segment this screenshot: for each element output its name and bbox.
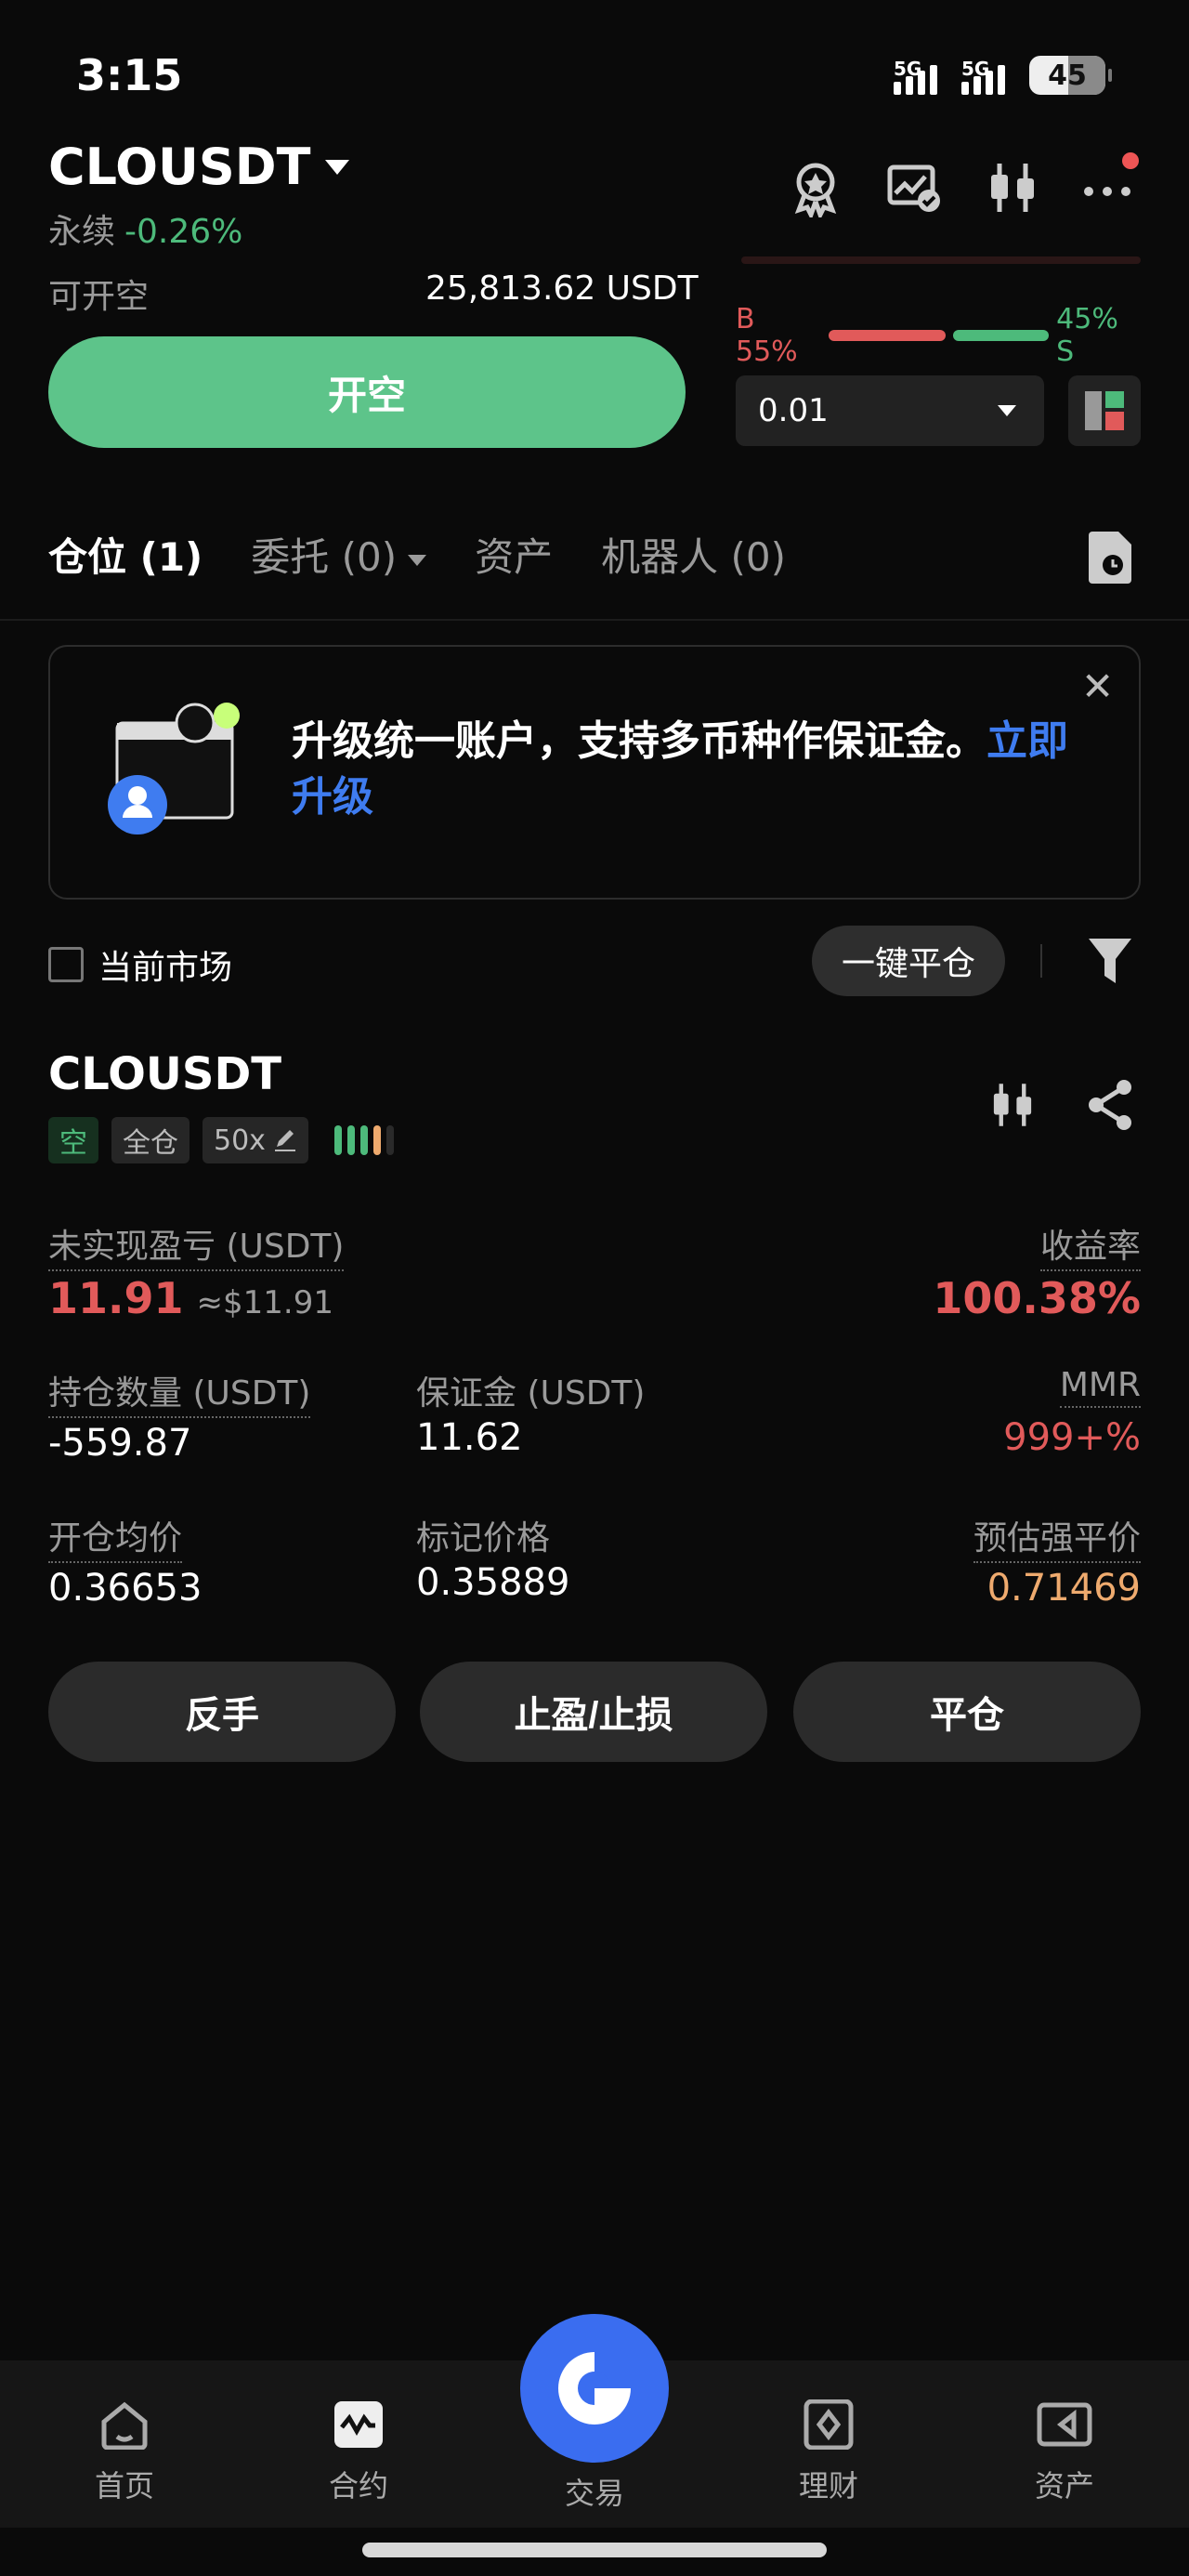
position-tags: 空 全仓 50x xyxy=(48,1117,394,1163)
current-market-filter[interactable]: 当前市场 xyxy=(48,940,232,989)
account-illustration-icon xyxy=(100,699,249,842)
current-market-checkbox[interactable] xyxy=(48,947,84,982)
nav-assets-label: 资产 xyxy=(1034,2468,1094,2504)
cellular-signal-icon: 5G xyxy=(961,58,1005,95)
banner-message: 升级统一账户，支持多币种作保证金。 xyxy=(292,717,986,765)
home-indicator[interactable] xyxy=(362,2543,827,2557)
margin-mode-badge: 全仓 xyxy=(111,1117,189,1163)
risk-level-indicator xyxy=(333,1125,394,1155)
mmr-value: 999+% xyxy=(1003,1416,1141,1459)
unrealized-pnl-usd: ≈$11.91 xyxy=(196,1284,333,1321)
contract-info: 永续 -0.26% xyxy=(48,204,242,253)
wallet-icon xyxy=(1037,2402,1092,2447)
quantity-select[interactable]: 0.01 xyxy=(736,375,1044,446)
unrealized-pnl: 11.91 ≈$11.91 xyxy=(48,1273,333,1323)
chart-settings-icon[interactable] xyxy=(884,158,944,217)
nav-futures[interactable]: 合约 xyxy=(294,2399,424,2505)
position-size-label[interactable]: 持仓数量 (USDT) xyxy=(48,1366,311,1418)
filter-icon[interactable] xyxy=(1087,935,1133,991)
divider xyxy=(741,256,1141,264)
reverse-button[interactable]: 反手 xyxy=(48,1662,396,1762)
mmr-label[interactable]: MMR xyxy=(1059,1366,1141,1408)
sell-ratio-label: 45% S xyxy=(1056,303,1118,368)
symbol-selector[interactable]: CLOUSDT xyxy=(48,138,350,196)
mark-price-label: 标记价格 xyxy=(416,1519,551,1557)
nav-assets[interactable]: 资产 xyxy=(1000,2399,1130,2505)
edit-icon xyxy=(274,1130,295,1151)
tab-orders-label: 委托 (0) xyxy=(251,534,398,580)
leverage-badge[interactable]: 50x xyxy=(203,1117,308,1163)
futures-icon xyxy=(334,2401,383,2448)
roe-label[interactable]: 收益率 xyxy=(1039,1219,1141,1271)
position-tabs: 仓位 (1) 委托 (0) 资产 机器人 (0) xyxy=(48,526,786,583)
nav-earn-label: 理财 xyxy=(798,2468,858,2504)
candlestick-icon[interactable] xyxy=(986,1078,1039,1136)
chevron-down-icon xyxy=(998,405,1016,416)
close-icon[interactable]: ✕ xyxy=(1081,667,1114,706)
current-market-label: 当前市场 xyxy=(98,949,233,987)
quantity-value: 0.01 xyxy=(758,392,829,429)
battery-icon: 45 xyxy=(1029,56,1112,95)
margin-label: 保证金 (USDT) xyxy=(416,1374,646,1413)
leverage-value: 50x xyxy=(214,1124,266,1157)
nav-futures-label: 合约 xyxy=(328,2468,388,2504)
notification-dot xyxy=(1122,152,1139,169)
margin-value: 11.62 xyxy=(416,1416,523,1459)
tab-assets[interactable]: 资产 xyxy=(475,526,553,583)
nav-home[interactable]: 首页 xyxy=(59,2399,189,2505)
candlestick-icon[interactable] xyxy=(983,158,1042,217)
nav-trade-label[interactable]: 交易 xyxy=(520,2470,669,2513)
network-type-label: 5G xyxy=(961,58,990,80)
tp-sl-button[interactable]: 止盈/止损 xyxy=(420,1662,767,1762)
earn-icon xyxy=(804,2399,854,2450)
buy-ratio-bar xyxy=(829,330,947,341)
upgrade-banner-text: 升级统一账户，支持多币种作保证金。立即升级 xyxy=(292,714,1091,825)
network-type-label: 5G xyxy=(894,58,922,80)
divider xyxy=(1040,944,1042,978)
tabs-divider xyxy=(0,619,1189,621)
entry-price-label[interactable]: 开仓均价 xyxy=(48,1511,183,1563)
position-symbol[interactable]: CLOUSDT xyxy=(48,1048,281,1100)
orderbook-layout-button[interactable] xyxy=(1068,375,1141,446)
roe-value: 100.38% xyxy=(933,1273,1141,1323)
nav-home-label: 首页 xyxy=(94,2468,154,2504)
price-change: -0.26% xyxy=(124,213,243,251)
cellular-signal-icon: 5G xyxy=(894,58,937,95)
available-label: 可开空 xyxy=(48,278,150,316)
layout-icon xyxy=(1085,391,1124,430)
more-icon[interactable] xyxy=(1079,152,1139,217)
close-position-button[interactable]: 平仓 xyxy=(793,1662,1141,1762)
tab-bots[interactable]: 机器人 (0) xyxy=(601,526,786,583)
status-icons: 5G 5G 45 xyxy=(894,56,1112,95)
entry-price-value: 0.36653 xyxy=(48,1567,203,1610)
mark-price-value: 0.35889 xyxy=(416,1561,570,1604)
chevron-down-icon xyxy=(325,159,350,175)
open-short-button[interactable]: 开空 xyxy=(48,336,686,448)
nav-trade-button[interactable] xyxy=(520,2314,669,2463)
buy-sell-ratio: B 55% 45% S xyxy=(736,303,1141,368)
close-all-button[interactable]: 一键平仓 xyxy=(812,926,1005,996)
trade-icon xyxy=(558,2352,631,2425)
unrealized-pnl-value: 11.91 xyxy=(48,1273,184,1323)
sell-ratio-bar xyxy=(953,330,1050,341)
unrealized-pnl-label[interactable]: 未实现盈亏 (USDT) xyxy=(48,1219,345,1271)
position-size-value: -559.87 xyxy=(48,1422,192,1465)
nav-earn[interactable]: 理财 xyxy=(764,2399,894,2505)
buy-ratio-label: B 55% xyxy=(736,303,798,368)
liquidation-price-label[interactable]: 预估强平价 xyxy=(973,1511,1141,1563)
chevron-down-icon xyxy=(408,554,427,566)
side-badge: 空 xyxy=(48,1117,98,1163)
tab-orders[interactable]: 委托 (0) xyxy=(251,526,427,583)
symbol-name: CLOUSDT xyxy=(48,138,311,196)
liquidation-price-value: 0.71469 xyxy=(986,1567,1141,1610)
home-icon xyxy=(101,2401,148,2450)
available-value: 25,813.62 USDT xyxy=(425,269,699,308)
medal-icon[interactable] xyxy=(786,158,845,221)
status-time: 3:15 xyxy=(76,50,183,100)
history-icon[interactable] xyxy=(1085,530,1135,589)
contract-type: 永续 xyxy=(48,213,116,251)
share-icon[interactable] xyxy=(1085,1078,1137,1136)
tab-positions[interactable]: 仓位 (1) xyxy=(48,526,203,583)
